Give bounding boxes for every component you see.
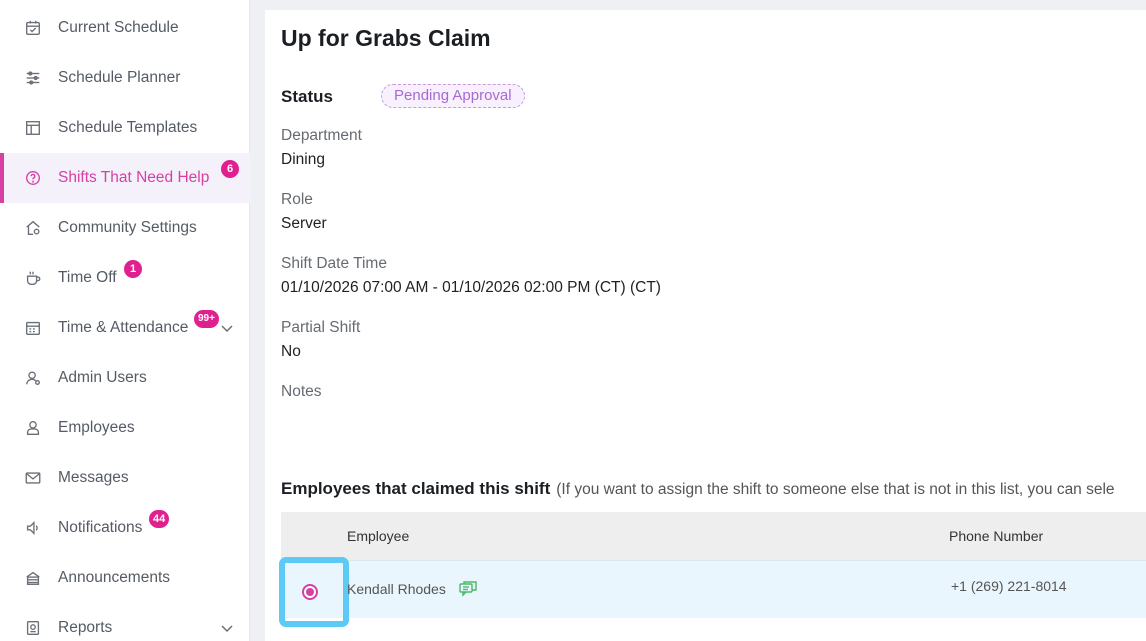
report-icon	[23, 618, 43, 638]
claim-detail-panel: Up for Grabs Claim Status Pending Approv…	[265, 10, 1146, 641]
template-icon	[23, 118, 43, 138]
sidebar-item-reports[interactable]: Reports	[0, 603, 250, 641]
sidebar-item-schedule-planner[interactable]: Schedule Planner	[0, 53, 250, 103]
role-label: Role	[281, 191, 313, 208]
phone-number: +1 (269) 221-8014	[951, 578, 1067, 594]
calendar-grid-icon	[23, 318, 43, 338]
chevron-down-icon[interactable]	[219, 620, 235, 636]
sidebar-item-label: Employees	[58, 419, 135, 436]
sidebar-item-label: Time Off	[58, 269, 117, 286]
shift-date-time-value: 01/10/2026 07:00 AM - 01/10/2026 02:00 P…	[281, 279, 661, 296]
sidebar-item-time-off[interactable]: Time Off 1	[0, 253, 250, 303]
chevron-down-icon[interactable]	[219, 320, 235, 336]
sidebar-item-label: Current Schedule	[58, 19, 179, 36]
sidebar-item-label: Reports	[58, 619, 113, 636]
sidebar-item-label: Admin Users	[58, 369, 147, 386]
home-gear-icon	[23, 218, 43, 238]
calendar-check-icon	[23, 18, 43, 38]
coffee-icon	[23, 268, 43, 288]
department-value: Dining	[281, 151, 325, 168]
select-employee-radio[interactable]	[302, 584, 318, 600]
employee-icon	[23, 418, 43, 438]
speaker-icon	[23, 518, 43, 538]
radio-highlight	[279, 557, 349, 627]
sidebar: Current Schedule Schedule Planner Schedu…	[0, 0, 250, 641]
sidebar-item-label: Schedule Planner	[58, 69, 181, 86]
column-header-phone[interactable]: Phone Number	[949, 528, 1043, 544]
column-header-employee[interactable]: Employee	[347, 528, 409, 544]
sidebar-item-label: Notifications	[58, 519, 143, 536]
shift-date-time-label: Shift Date Time	[281, 255, 387, 272]
mail-icon	[23, 468, 43, 488]
sidebar-item-current-schedule[interactable]: Current Schedule	[0, 3, 250, 53]
claims-hint: (If you want to assign the shift to some…	[556, 481, 1115, 498]
count-badge: 44	[149, 510, 170, 528]
table-header: Employee Phone Number	[281, 512, 1146, 560]
sidebar-item-messages[interactable]: Messages	[0, 453, 250, 503]
chat-icon[interactable]	[459, 581, 477, 597]
sidebar-item-shifts-that-need-help[interactable]: Shifts That Need Help 6	[0, 153, 250, 203]
help-circle-icon	[23, 168, 43, 188]
claims-section-title: Employees that claimed this shift (If you…	[281, 479, 1115, 499]
megaphone-icon	[23, 568, 43, 588]
count-badge: 99+	[194, 310, 219, 328]
role-value: Server	[281, 215, 327, 232]
status-label: Status	[281, 87, 333, 106]
sidebar-item-label: Messages	[58, 469, 129, 486]
sliders-icon	[23, 68, 43, 88]
partial-shift-value: No	[281, 343, 301, 360]
sidebar-item-label: Schedule Templates	[58, 119, 198, 136]
count-badge: 6	[221, 160, 239, 178]
sidebar-item-time-attendance[interactable]: Time & Attendance 99+	[0, 303, 250, 353]
claims-title: Employees that claimed this shift	[281, 479, 551, 498]
sidebar-item-community-settings[interactable]: Community Settings	[0, 203, 250, 253]
status-badge: Pending Approval	[381, 84, 525, 108]
notes-label: Notes	[281, 383, 322, 400]
department-label: Department	[281, 127, 362, 144]
sidebar-item-label: Community Settings	[58, 219, 197, 236]
sidebar-item-announcements[interactable]: Announcements	[0, 553, 250, 603]
sidebar-item-employees[interactable]: Employees	[0, 403, 250, 453]
page-title: Up for Grabs Claim	[281, 25, 491, 51]
sidebar-item-schedule-templates[interactable]: Schedule Templates	[0, 103, 250, 153]
sidebar-item-label: Time & Attendance	[58, 319, 189, 336]
sidebar-item-notifications[interactable]: Notifications 44	[0, 503, 250, 553]
partial-shift-label: Partial Shift	[281, 319, 361, 336]
sidebar-item-label: Shifts That Need Help	[58, 169, 210, 186]
admin-user-icon	[23, 368, 43, 388]
sidebar-item-label: Announcements	[58, 569, 171, 586]
employee-name: Kendall Rhodes	[347, 581, 446, 597]
count-badge: 1	[124, 260, 142, 278]
table-row[interactable]: Kendall Rhodes +1 (269) 221-8014	[279, 557, 1146, 627]
sidebar-item-admin-users[interactable]: Admin Users	[0, 353, 250, 403]
claims-table: Employee Phone Number Kendall Rhodes +1 …	[279, 512, 1146, 627]
